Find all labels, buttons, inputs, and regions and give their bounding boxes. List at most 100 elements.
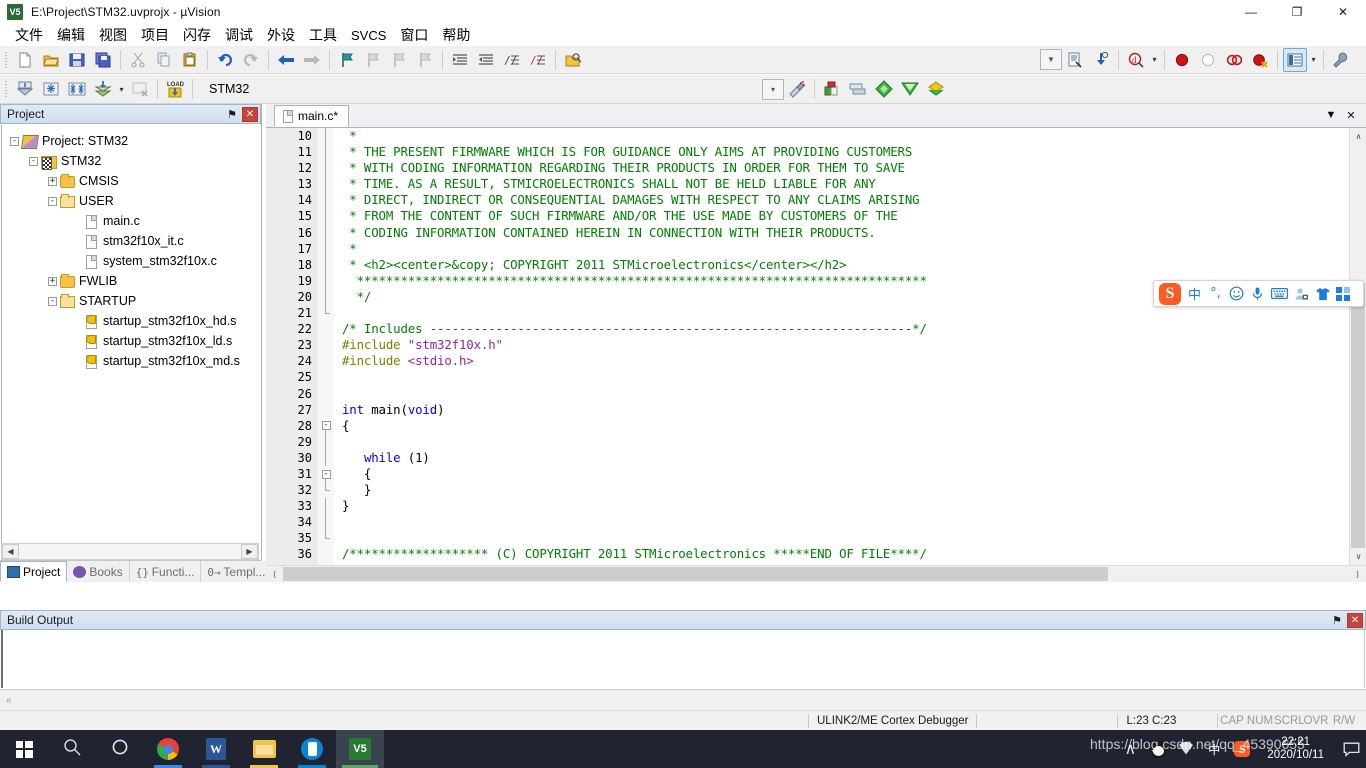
code-line[interactable]: 21: [266, 305, 1349, 322]
tree-item-fwlib[interactable]: + FWLIB: [2, 271, 260, 291]
code-line[interactable]: 12 * WITH CODING INFORMATION REGARDING T…: [266, 160, 1349, 177]
code-line[interactable]: 16 * CODING INFORMATION CONTAINED HEREIN…: [266, 224, 1349, 241]
fold-gutter[interactable]: [318, 288, 334, 306]
toolbox-icon[interactable]: [1336, 286, 1350, 301]
code-text[interactable]: }: [334, 482, 371, 498]
fold-gutter[interactable]: [318, 176, 334, 193]
fold-gutter[interactable]: [318, 546, 334, 563]
editor-hscrollbar[interactable]: ⟨ ⟩: [266, 565, 1366, 582]
navigate-back-icon[interactable]: [274, 48, 298, 72]
menu-svcs[interactable]: SVCS: [344, 25, 393, 47]
emoji-icon[interactable]: [1229, 284, 1244, 304]
redo-icon[interactable]: [239, 48, 263, 72]
manage-multi-project-icon[interactable]: [846, 77, 870, 101]
code-line[interactable]: 23 #include "stm32f10x.h": [266, 337, 1349, 354]
fold-gutter[interactable]: [318, 224, 334, 241]
code-text[interactable]: */: [334, 289, 372, 305]
close-document-icon[interactable]: ✕: [1344, 109, 1358, 122]
cortana-button[interactable]: [96, 730, 144, 768]
code-line[interactable]: 28-{: [266, 417, 1349, 434]
fold-gutter[interactable]: [318, 240, 334, 257]
fold-gutter[interactable]: -: [318, 465, 334, 483]
sogou-ime-toolbar[interactable]: S 中 °,: [1153, 280, 1364, 307]
translate-file-icon[interactable]: [13, 77, 37, 101]
tree-item-project[interactable]: - Project: STM32: [2, 131, 260, 151]
run-time-environment-icon[interactable]: [872, 77, 896, 101]
menu-view[interactable]: 视图: [92, 25, 134, 47]
scroll-left-icon[interactable]: ⟨: [266, 567, 283, 582]
menu-window[interactable]: 窗口: [393, 25, 435, 47]
comment-lines-icon[interactable]: //: [500, 48, 524, 72]
code-line[interactable]: 22 /* Includes --------------------------…: [266, 321, 1349, 338]
code-line[interactable]: 31- {: [266, 465, 1349, 483]
configuration-dropdown-caret[interactable]: ▾: [1308, 48, 1319, 72]
navigate-forward-icon[interactable]: [300, 48, 324, 72]
fold-gutter[interactable]: [318, 530, 334, 547]
code-text[interactable]: /* Includes ----------------------------…: [334, 321, 927, 337]
tree-item-main-c[interactable]: main.c: [2, 211, 260, 231]
code-text[interactable]: while (1): [334, 450, 430, 466]
code-line[interactable]: 26: [266, 385, 1349, 402]
tree-item-startup-md-s[interactable]: startup_stm32f10x_md.s: [2, 351, 260, 371]
sogou-tray-icon[interactable]: S: [1233, 740, 1251, 758]
action-center-icon[interactable]: [1340, 738, 1362, 760]
stop-build-icon[interactable]: [128, 77, 152, 101]
incremental-find-icon[interactable]: [1089, 48, 1113, 72]
code-text[interactable]: ****************************************…: [334, 273, 927, 289]
hscroll-track[interactable]: [19, 544, 241, 559]
customize-tools-icon[interactable]: [1329, 48, 1353, 72]
debug-search-icon[interactable]: d: [1124, 48, 1148, 72]
code-text[interactable]: int main(void): [334, 402, 445, 418]
code-line[interactable]: 32 }: [266, 482, 1349, 499]
code-text[interactable]: {: [334, 466, 371, 482]
indent-left-icon[interactable]: [474, 48, 498, 72]
open-file-icon[interactable]: [39, 48, 63, 72]
keil-uvision-button[interactable]: V5: [336, 730, 384, 768]
phone-link-button[interactable]: [288, 730, 336, 768]
network-icon[interactable]: [1177, 740, 1195, 758]
fold-gutter[interactable]: -: [318, 417, 334, 434]
tree-item-target-stm32[interactable]: - STM32: [2, 151, 260, 171]
tab-books[interactable]: Books: [67, 561, 130, 582]
code-text[interactable]: {: [334, 418, 349, 434]
disable-breakpoint-icon[interactable]: [1196, 48, 1220, 72]
scroll-down-icon[interactable]: ∨: [1350, 548, 1366, 565]
code-text[interactable]: * THE PRESENT FIRMWARE WHICH IS FOR GUID…: [334, 144, 912, 160]
menu-tools[interactable]: 工具: [302, 25, 344, 47]
word-button[interactable]: W: [192, 730, 240, 768]
target-options-icon[interactable]: [785, 77, 809, 101]
copy-icon[interactable]: [152, 48, 176, 72]
code-line[interactable]: 25: [266, 369, 1349, 386]
maximize-button[interactable]: ❐: [1274, 0, 1320, 24]
punctuation-mode-icon[interactable]: °,: [1208, 284, 1223, 304]
tabs-overflow-icon[interactable]: «: [6, 695, 12, 706]
new-file-icon[interactable]: [13, 48, 37, 72]
fold-gutter[interactable]: [318, 256, 334, 273]
expander-icon[interactable]: -: [48, 296, 57, 306]
code-line[interactable]: 27 int main(void): [266, 401, 1349, 418]
fold-gutter[interactable]: [318, 514, 334, 531]
tab-project[interactable]: Project: [0, 561, 68, 582]
menu-help[interactable]: 帮助: [435, 25, 477, 47]
tree-item-system-stm32f10x-c[interactable]: system_stm32f10x.c: [2, 251, 260, 271]
rebuild-all-icon[interactable]: [65, 77, 89, 101]
fold-gutter[interactable]: [318, 482, 334, 499]
menu-edit[interactable]: 编辑: [50, 25, 92, 47]
code-line[interactable]: 18 * <h2><center>&copy; COPYRIGHT 2011 S…: [266, 256, 1349, 273]
fold-gutter[interactable]: [318, 160, 334, 177]
ime-indicator-icon[interactable]: 中: [1205, 740, 1223, 758]
skin-icon[interactable]: [1315, 284, 1330, 304]
fold-gutter[interactable]: [318, 433, 334, 450]
cut-icon[interactable]: [126, 48, 150, 72]
pin-icon[interactable]: ⚑: [224, 106, 240, 122]
tree-item-stm32f10x-it-c[interactable]: stm32f10x_it.c: [2, 231, 260, 251]
code-text[interactable]: * WITH CODING INFORMATION REGARDING THEI…: [334, 160, 905, 176]
chinese-mode-icon[interactable]: 中: [1187, 284, 1202, 304]
code-line[interactable]: 11 * THE PRESENT FIRMWARE WHICH IS FOR G…: [266, 144, 1349, 161]
configuration-wizard-icon[interactable]: [1283, 47, 1307, 72]
taskbar-clock[interactable]: 22:21 2020/10/11: [1261, 736, 1330, 762]
undo-icon[interactable]: [213, 48, 237, 72]
code-text[interactable]: * DIRECT, INDIRECT OR CONSEQUENTIAL DAMA…: [334, 192, 919, 208]
scroll-left-icon[interactable]: ◀: [2, 544, 19, 559]
code-line[interactable]: 29: [266, 433, 1349, 450]
